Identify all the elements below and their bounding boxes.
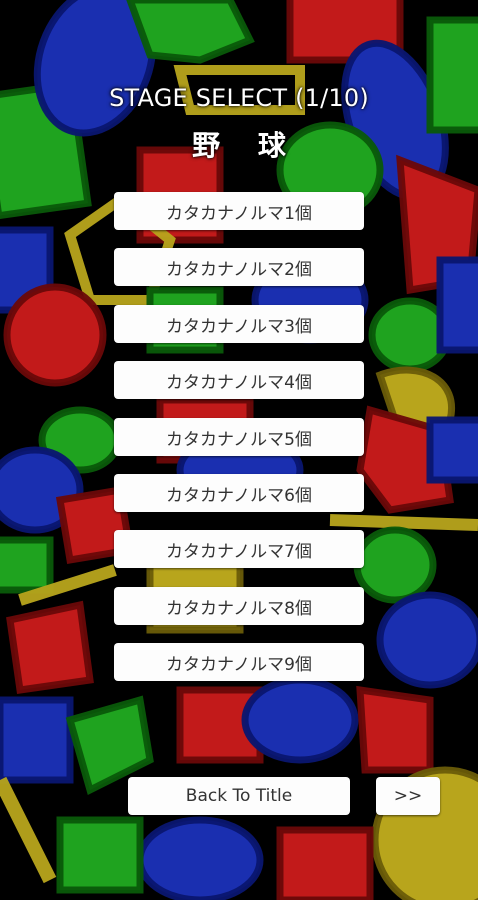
stage-select-title: STAGE SELECT (1/10) xyxy=(109,84,369,112)
blue-ball-icon xyxy=(136,816,264,900)
red-net-icon xyxy=(6,600,94,694)
red-jersey-icon xyxy=(356,685,434,774)
yellow-bat-icon xyxy=(0,776,57,884)
stage-8-button[interactable]: カタカナノルマ8個 xyxy=(114,587,364,625)
blue-football-icon xyxy=(241,676,359,764)
stage-1-button[interactable]: カタカナノルマ1個 xyxy=(114,192,364,230)
blue-helmet-icon xyxy=(376,591,478,689)
category-title: 野 球 xyxy=(192,129,300,162)
green-racket-icon xyxy=(353,526,437,604)
green-block-icon xyxy=(0,536,54,594)
stage-7-button[interactable]: カタカナノルマ7個 xyxy=(114,530,364,568)
next-page-button[interactable]: >> xyxy=(376,777,440,815)
stage-6-button[interactable]: カタカナノルマ6個 xyxy=(114,474,364,512)
stage-4-button[interactable]: カタカナノルマ4個 xyxy=(114,361,364,399)
back-to-title-button[interactable]: Back To Title xyxy=(128,777,350,815)
red-block-icon xyxy=(276,826,374,900)
blue-block-icon xyxy=(436,256,478,354)
green-block-icon xyxy=(56,816,144,894)
blue-block-icon xyxy=(426,416,478,484)
green-glove-icon xyxy=(126,0,255,64)
blue-block-icon xyxy=(0,696,74,784)
red-basketball-icon xyxy=(3,283,107,387)
yellow-bat-icon xyxy=(329,514,478,531)
stage-5-button[interactable]: カタカナノルマ5個 xyxy=(114,418,364,456)
green-block-icon xyxy=(426,16,478,134)
stage-2-button[interactable]: カタカナノルマ2個 xyxy=(114,248,364,286)
stage-9-button[interactable]: カタカナノルマ9個 xyxy=(114,643,364,681)
stage-3-button[interactable]: カタカナノルマ3個 xyxy=(114,305,364,343)
